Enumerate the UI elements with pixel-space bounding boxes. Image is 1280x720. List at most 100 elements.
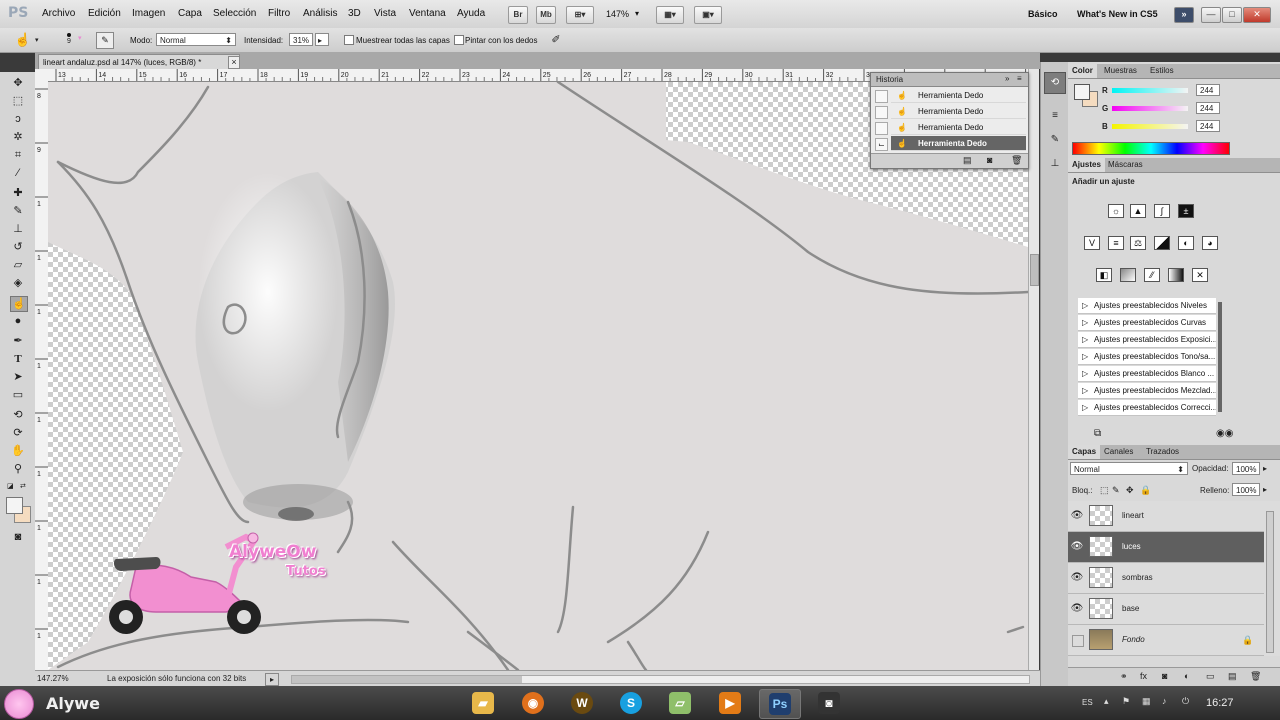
paint-bucket-tool-icon[interactable]: ◈: [10, 276, 26, 290]
chevron-right-icon[interactable]: ▸: [1263, 464, 1267, 473]
history-brush-tool-icon[interactable]: ↺: [10, 240, 26, 254]
vibrance-icon[interactable]: V: [1084, 236, 1100, 250]
view-extras-button[interactable]: ⊞▾: [566, 6, 594, 24]
foreground-color-swatch[interactable]: [1074, 84, 1090, 100]
brush-panel-icon[interactable]: ✎: [1046, 134, 1064, 148]
preset-item[interactable]: ▷ Ajustes preestablecidos Niveles: [1078, 298, 1216, 314]
brush-presets-icon[interactable]: ≡: [1046, 110, 1064, 124]
hue-saturation-icon[interactable]: ≡: [1108, 236, 1124, 250]
tray-flag-icon[interactable]: ⚑: [1122, 696, 1130, 707]
vertical-ruler[interactable]: 891111111111: [35, 81, 49, 670]
status-menu-arrow[interactable]: ▸: [265, 673, 279, 686]
preset-item[interactable]: ▷ Ajustes preestablecidos Exposici...: [1078, 332, 1216, 348]
channel-r-input[interactable]: 244: [1196, 84, 1220, 96]
network-icon[interactable]: ▦: [1142, 696, 1151, 707]
minimize-button[interactable]: —: [1201, 7, 1221, 23]
smudge-tool-icon[interactable]: ☝: [10, 296, 28, 312]
status-zoom[interactable]: 147.27%: [37, 674, 69, 683]
power-icon[interactable]: ⏻: [1182, 696, 1189, 707]
preset-item[interactable]: ▷ Ajustes preestablecidos Curvas: [1078, 315, 1216, 331]
preset-item[interactable]: ▷ Ajustes preestablecidos Correcci...: [1078, 400, 1216, 416]
lock-pixels-icon[interactable]: ✎: [1112, 485, 1120, 496]
pen-tool-icon[interactable]: ✒: [10, 334, 26, 348]
chevron-right-icon[interactable]: ▸: [1263, 485, 1267, 494]
mode-select[interactable]: Normal ⬍: [156, 33, 236, 46]
close-button[interactable]: ✕: [1243, 7, 1271, 23]
clip-to-layer-icon[interactable]: ⧉: [1094, 428, 1101, 439]
eye-icon[interactable]: 👁: [1070, 540, 1084, 554]
channel-mixer-icon[interactable]: ◕: [1202, 236, 1218, 250]
taskbar-skype[interactable]: S: [611, 689, 651, 717]
taskbar-photoshop[interactable]: Ps: [759, 689, 801, 719]
foreground-color-swatch[interactable]: [6, 497, 23, 514]
tab-trazados[interactable]: Trazados: [1142, 445, 1183, 459]
lock-all-icon[interactable]: 🔒: [1140, 485, 1151, 496]
new-layer-icon[interactable]: ▤: [1228, 671, 1237, 682]
fill-input[interactable]: 100%: [1232, 483, 1260, 496]
menu-archivo[interactable]: Archivo: [42, 8, 75, 19]
menu-vista[interactable]: Vista: [374, 8, 396, 19]
zoom-level[interactable]: 147%: [606, 9, 629, 19]
taskbar-firefox[interactable]: ◉: [513, 689, 553, 717]
volume-icon[interactable]: ♪: [1162, 696, 1167, 706]
photo-filter-icon[interactable]: ◐: [1178, 236, 1194, 250]
taskbar-recorder[interactable]: ◙: [809, 689, 849, 717]
history-item-selected[interactable]: ☝ Herramienta Dedo: [891, 136, 1026, 151]
intensity-slider-toggle[interactable]: ▸: [315, 33, 329, 46]
menu-imagen[interactable]: Imagen: [132, 8, 165, 19]
eye-icon[interactable]: 👁: [1070, 571, 1084, 585]
menu-filtro[interactable]: Filtro: [268, 8, 290, 19]
marquee-tool-icon[interactable]: ⬚: [10, 94, 26, 108]
tab-canales[interactable]: Canales: [1100, 445, 1137, 459]
eye-icon[interactable]: 👁: [1070, 602, 1084, 616]
healing-brush-tool-icon[interactable]: ✚: [10, 186, 26, 200]
crop-tool-icon[interactable]: ⌗: [10, 148, 26, 162]
taskbar-wow[interactable]: W: [562, 689, 602, 717]
intensity-input[interactable]: 31%: [289, 33, 313, 46]
canvas-horizontal-scrollbar[interactable]: [291, 675, 1030, 684]
pen-pressure-icon[interactable]: ✐: [548, 32, 564, 48]
taskbar-explorer[interactable]: ▰: [463, 689, 503, 717]
layer-row[interactable]: 👁 base: [1068, 594, 1264, 625]
document-tab[interactable]: lineart andaluz.psd al 147% (luces, RGB/…: [38, 54, 240, 69]
history-panel-icon[interactable]: ⟲: [1044, 72, 1066, 94]
layer-row[interactable]: 👁 sombras: [1068, 563, 1264, 594]
vertical-scroll-thumb[interactable]: [1030, 254, 1039, 286]
lasso-tool-icon[interactable]: ↄ: [10, 112, 26, 126]
channel-g-slider[interactable]: [1112, 106, 1188, 111]
history-menu-button[interactable]: »: [1005, 74, 1009, 83]
channel-r-slider[interactable]: [1112, 88, 1188, 93]
layers-scrollbar[interactable]: [1266, 511, 1274, 653]
preset-item[interactable]: ▷ Ajustes preestablecidos Mezclad...: [1078, 383, 1216, 399]
shape-tool-icon[interactable]: ▭: [10, 388, 26, 402]
panel-menu-icon[interactable]: ≡: [1017, 74, 1022, 83]
screen-mode-button[interactable]: ▣▾: [694, 6, 722, 24]
channel-b-slider[interactable]: [1112, 124, 1188, 129]
view-mode-icon[interactable]: ◉◉: [1216, 428, 1233, 439]
workspace-whats-new[interactable]: What's New in CS5: [1077, 9, 1158, 19]
dodge-tool-icon[interactable]: ●: [10, 314, 26, 328]
workspace-more-button[interactable]: »: [1174, 7, 1194, 23]
history-item[interactable]: ☝ Herramienta Dedo: [891, 120, 1026, 135]
tab-mascaras[interactable]: Máscaras: [1104, 158, 1147, 172]
history-item[interactable]: ☝ Herramienta Dedo: [891, 104, 1026, 119]
quick-mask-icon[interactable]: ◙: [10, 530, 26, 544]
menu-analisis[interactable]: Análisis: [303, 8, 337, 19]
history-brush-source-icon[interactable]: ⌙: [875, 138, 888, 151]
lock-position-icon[interactable]: ✥: [1126, 485, 1134, 496]
layer-style-icon[interactable]: fx: [1140, 671, 1147, 681]
gradient-map-icon[interactable]: [1168, 268, 1184, 282]
smudge-tool-preset-icon[interactable]: ☝: [14, 32, 32, 48]
path-selection-tool-icon[interactable]: ➤: [10, 370, 26, 384]
history-source-toggle[interactable]: [875, 106, 888, 119]
color-balance-icon[interactable]: ⚖: [1130, 236, 1146, 250]
link-layers-icon[interactable]: ⚭: [1120, 671, 1128, 682]
levels-icon[interactable]: ▲: [1130, 204, 1146, 218]
eraser-tool-icon[interactable]: ▱: [10, 258, 26, 272]
channel-b-input[interactable]: 244: [1196, 120, 1220, 132]
brightness-contrast-icon[interactable]: ☼: [1108, 204, 1124, 218]
move-tool-icon[interactable]: ✥: [10, 76, 26, 90]
selective-color-icon[interactable]: ✕: [1192, 268, 1208, 282]
tab-estilos[interactable]: Estilos: [1146, 64, 1178, 78]
preset-item[interactable]: ▷ Ajustes preestablecidos Blanco ...: [1078, 366, 1216, 382]
